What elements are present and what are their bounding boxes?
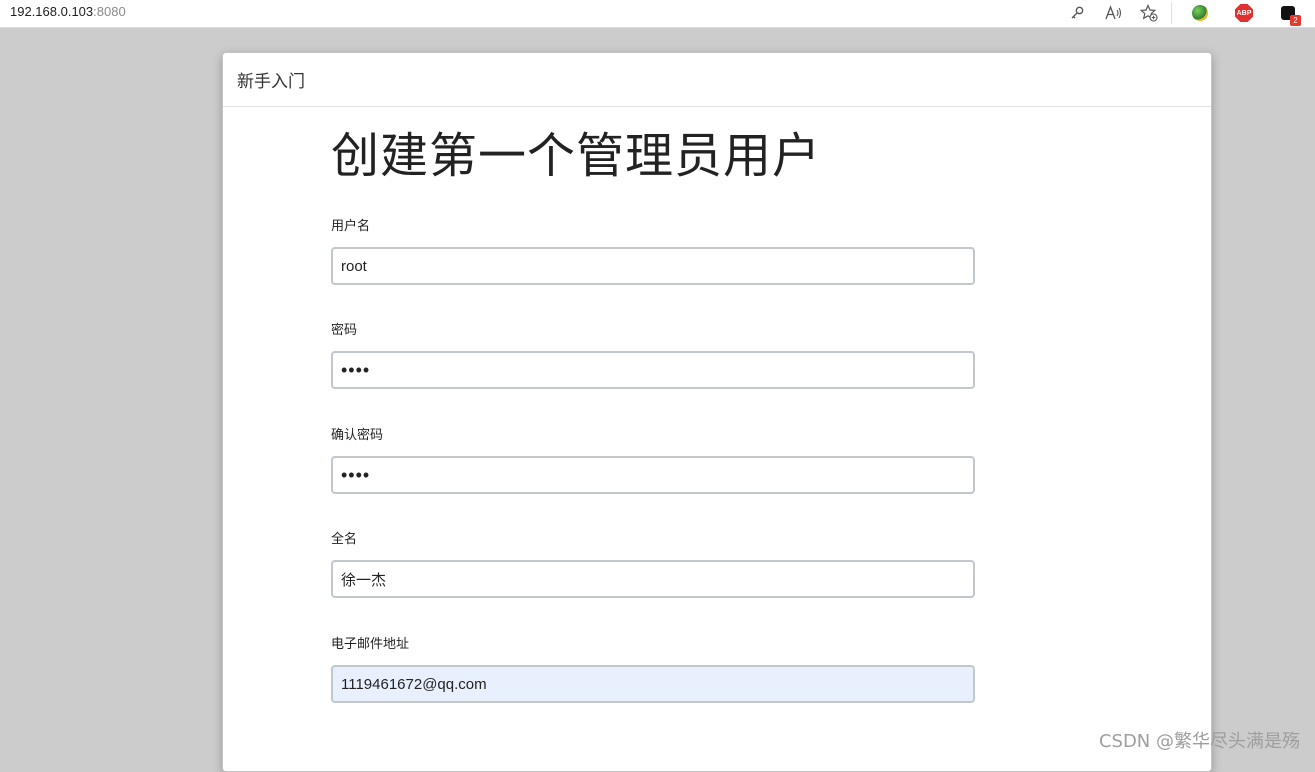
address-port: :8080 [93, 4, 126, 19]
email-field: 电子邮件地址 [331, 633, 975, 703]
password-field: 密码 [331, 319, 975, 389]
getting-started-dialog: 新手入门 创建第一个管理员用户 用户名 密码 确认密码 全名 电子邮件地址 [222, 52, 1212, 772]
extension-badge: 2 [1290, 15, 1301, 26]
add-favorite-icon[interactable] [1139, 3, 1159, 23]
dialog-title: 新手入门 [237, 72, 305, 91]
fullname-field: 全名 [331, 528, 975, 598]
password-label: 密码 [331, 322, 358, 337]
confirm-password-label: 确认密码 [331, 427, 384, 442]
toolbar-divider [1171, 2, 1172, 24]
browser-toolbar: 192.168.0.103:8080 ABP 2 [0, 0, 1315, 28]
password-input[interactable] [331, 351, 975, 389]
username-input[interactable] [331, 247, 975, 285]
csdn-watermark: CSDN @繁华尽头满是殇 [1098, 731, 1300, 752]
fullname-input[interactable] [331, 560, 975, 598]
fullname-label: 全名 [331, 531, 358, 546]
confirm-password-input[interactable] [331, 456, 975, 494]
page-title: 创建第一个管理员用户 [331, 130, 822, 183]
address-bar[interactable]: 192.168.0.103:8080 [10, 4, 126, 19]
create-admin-form: 创建第一个管理员用户 用户名 密码 确认密码 全名 电子邮件地址 [331, 130, 975, 703]
key-icon[interactable] [1067, 3, 1087, 23]
globe-extension-icon[interactable] [1190, 3, 1210, 23]
dialog-header: 新手入门 [223, 53, 1211, 107]
adblock-plus-icon[interactable]: ABP [1234, 3, 1254, 23]
extension-icon[interactable]: 2 [1278, 3, 1301, 26]
email-label: 电子邮件地址 [331, 636, 410, 651]
username-field: 用户名 [331, 215, 975, 285]
username-label: 用户名 [331, 218, 371, 233]
address-host: 192.168.0.103 [10, 4, 94, 19]
confirm-password-field: 确认密码 [331, 424, 975, 494]
email-input[interactable] [331, 665, 975, 703]
read-aloud-icon[interactable] [1103, 3, 1123, 23]
